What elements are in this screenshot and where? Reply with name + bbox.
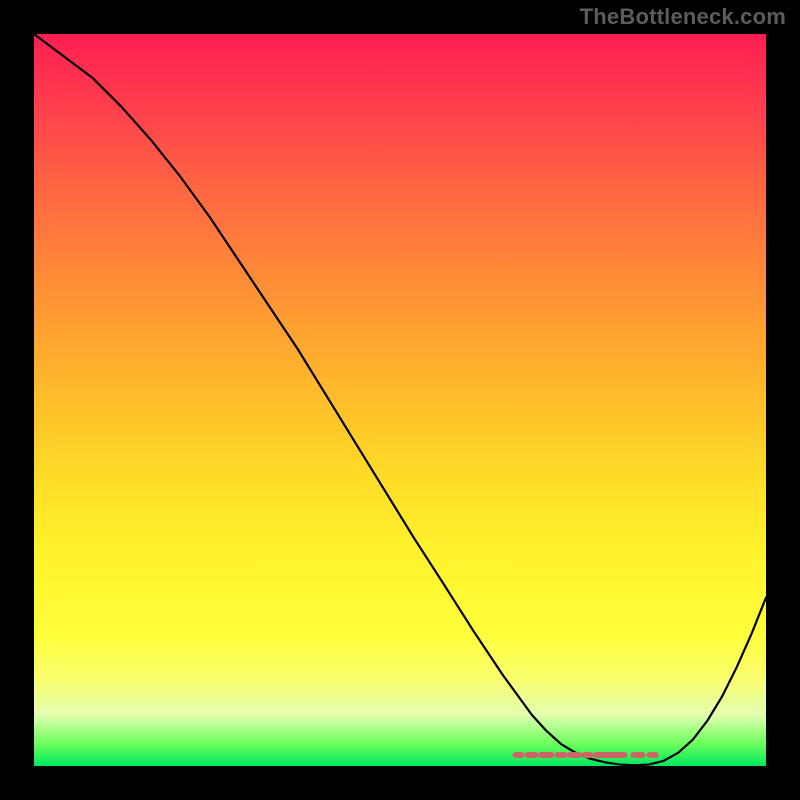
curve-layer — [34, 34, 766, 766]
floor-dash — [513, 752, 525, 758]
floor-dash — [567, 752, 582, 758]
plot-area — [34, 34, 766, 766]
chart-frame: { "watermark": "TheBottleneck.com", "col… — [0, 0, 800, 800]
floor-dash — [525, 752, 539, 758]
floor-dash — [538, 752, 554, 758]
floor-dash — [630, 752, 645, 758]
floor-dash — [581, 752, 593, 758]
bottleneck-curve — [34, 34, 766, 765]
watermark-text: TheBottleneck.com — [580, 4, 786, 30]
floor-dash — [647, 752, 659, 758]
floor-dash-group — [513, 752, 659, 758]
floor-dash — [615, 752, 628, 758]
floor-dash — [555, 752, 568, 758]
